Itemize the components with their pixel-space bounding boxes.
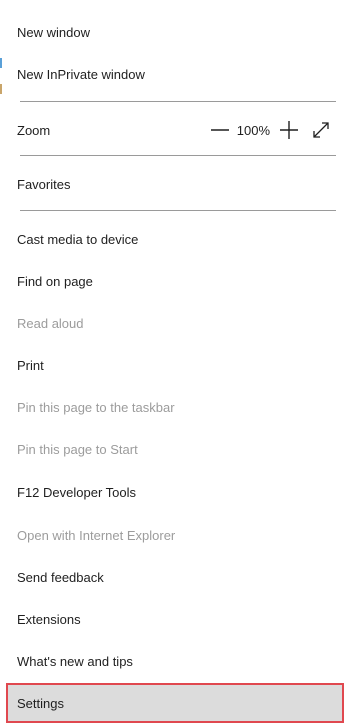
menu-item-label: F12 Developer Tools bbox=[17, 484, 136, 500]
menu-item-label: Find on page bbox=[17, 273, 93, 289]
edge-accent-mark bbox=[0, 58, 2, 68]
menu-item-label: Open with Internet Explorer bbox=[17, 527, 176, 543]
menu-item-extensions[interactable]: Extensions bbox=[6, 598, 344, 640]
menu-separator bbox=[20, 101, 336, 102]
menu-item-label: Cast media to device bbox=[17, 231, 139, 247]
menu-item-label: Extensions bbox=[17, 611, 81, 627]
menu-separator bbox=[20, 210, 336, 211]
zoom-controls: 100% bbox=[207, 109, 334, 151]
menu-item-developer-tools[interactable]: F12 Developer Tools bbox=[6, 471, 344, 513]
plus-icon[interactable] bbox=[276, 117, 302, 143]
menu-item-label: Settings bbox=[17, 695, 64, 711]
menu-item-cast-media[interactable]: Cast media to device bbox=[6, 218, 344, 260]
menu-item-favorites[interactable]: Favorites bbox=[6, 163, 344, 205]
menu-item-label: Send feedback bbox=[17, 569, 104, 585]
menu-item-label: Print bbox=[17, 357, 44, 373]
menu-item-label: What's new and tips bbox=[17, 653, 133, 669]
menu-separator bbox=[20, 155, 336, 156]
expand-icon[interactable] bbox=[308, 117, 334, 143]
settings-and-more-menu: New window New InPrivate window Zoom 100… bbox=[6, 0, 344, 723]
zoom-label: Zoom bbox=[17, 122, 51, 138]
menu-item-print[interactable]: Print bbox=[6, 344, 344, 386]
menu-item-zoom: Zoom 100% bbox=[6, 109, 344, 151]
menu-item-label: New window bbox=[17, 24, 90, 40]
menu-item-whats-new[interactable]: What's new and tips bbox=[6, 640, 344, 682]
menu-item-send-feedback[interactable]: Send feedback bbox=[6, 556, 344, 598]
menu-item-pin-taskbar: Pin this page to the taskbar bbox=[6, 386, 344, 428]
minus-icon[interactable] bbox=[207, 117, 233, 143]
menu-item-read-aloud: Read aloud bbox=[6, 302, 344, 344]
menu-item-pin-start: Pin this page to Start bbox=[6, 428, 344, 470]
zoom-level: 100% bbox=[236, 122, 270, 138]
menu-item-new-window[interactable]: New window bbox=[6, 11, 344, 53]
menu-item-label: Read aloud bbox=[17, 315, 84, 331]
menu-item-find-on-page[interactable]: Find on page bbox=[6, 260, 344, 302]
menu-item-open-with-ie: Open with Internet Explorer bbox=[6, 514, 344, 556]
menu-item-label: New InPrivate window bbox=[17, 66, 145, 82]
edge-accent-mark bbox=[0, 84, 2, 94]
menu-item-settings[interactable]: Settings bbox=[6, 683, 344, 723]
menu-item-new-inprivate-window[interactable]: New InPrivate window bbox=[6, 53, 344, 95]
menu-item-label: Pin this page to the taskbar bbox=[17, 399, 175, 415]
menu-item-label: Favorites bbox=[17, 176, 71, 192]
menu-item-label: Pin this page to Start bbox=[17, 441, 138, 457]
